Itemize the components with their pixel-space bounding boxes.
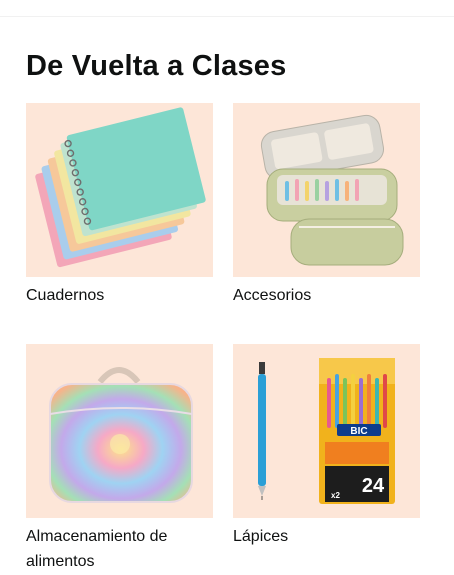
pencil-pack-brand: BIC xyxy=(350,426,367,437)
pencil-pack-count: 24 xyxy=(362,475,385,497)
divider xyxy=(0,16,454,17)
lunch-bag-image[interactable] xyxy=(26,344,213,518)
pencil-case-image[interactable] xyxy=(233,103,420,277)
mechanical-pencils-image[interactable]: BIC 24 x2 xyxy=(233,344,420,518)
page: De Vuelta a Clases Cuadernos Accesorios … xyxy=(0,0,454,575)
category-card-accesorios[interactable]: Accesorios xyxy=(233,103,420,344)
category-grid: Cuadernos Accesorios Almacenamiento de a… xyxy=(26,103,420,574)
pencil-pack-multiplier: x2 xyxy=(331,491,340,500)
category-card-cuadernos[interactable]: Cuadernos xyxy=(26,103,213,344)
category-card-lapices[interactable]: BIC 24 x2 Lápices xyxy=(233,344,420,574)
category-label-almacenamiento[interactable]: Almacenamiento de alimentos xyxy=(26,524,213,574)
section-title: De Vuelta a Clases xyxy=(26,50,287,82)
notebooks-image[interactable] xyxy=(26,103,213,277)
category-label-cuadernos[interactable]: Cuadernos xyxy=(26,283,213,308)
category-card-almacenamiento[interactable]: Almacenamiento de alimentos xyxy=(26,344,213,574)
category-label-accesorios[interactable]: Accesorios xyxy=(233,283,420,308)
category-label-lapices[interactable]: Lápices xyxy=(233,524,420,549)
